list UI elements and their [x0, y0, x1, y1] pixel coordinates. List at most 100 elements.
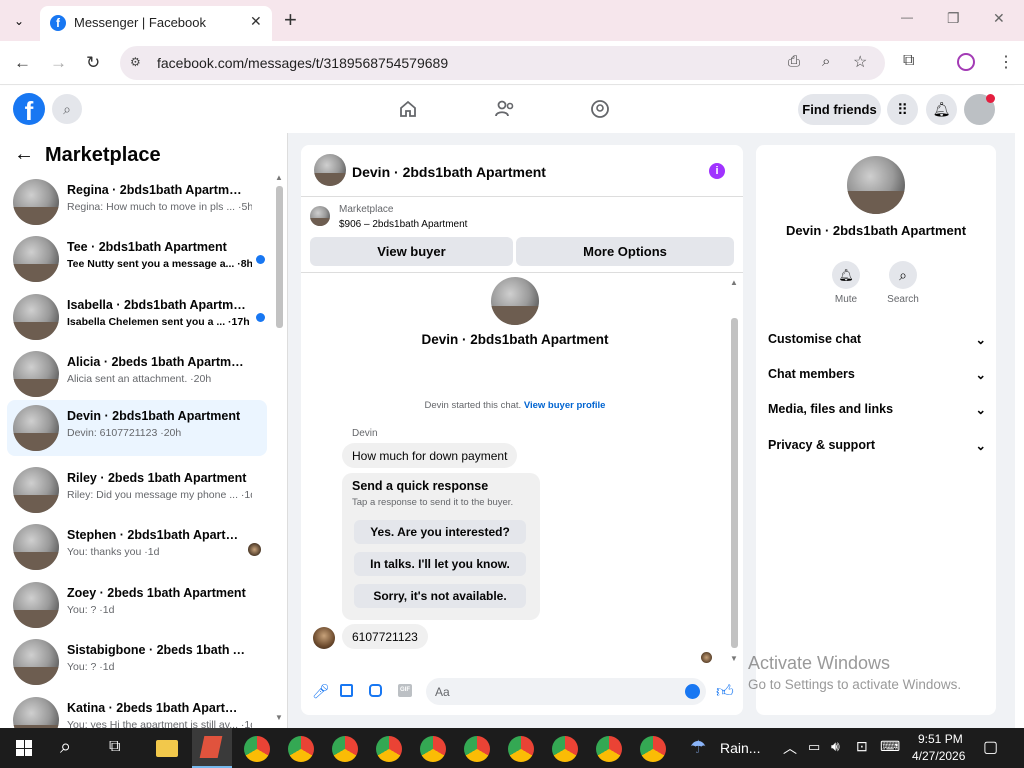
keyboard-icon[interactable]: ⌨	[880, 738, 900, 755]
notifications-bell-icon[interactable]: 🔔︎	[926, 94, 957, 125]
profile-avatar[interactable]	[491, 277, 539, 325]
windows-start-icon[interactable]	[16, 740, 32, 756]
profile-icon[interactable]	[957, 53, 975, 71]
conversation-item[interactable]: Sistabigbone · 2beds 1bath Apa... You: ? …	[7, 634, 267, 690]
chrome-icon[interactable]	[332, 736, 358, 762]
new-tab-button[interactable]: +	[284, 7, 297, 33]
customise-chat-section[interactable]: Customise chat ⌄	[768, 332, 986, 347]
facebook-logo-icon[interactable]: f	[13, 93, 45, 126]
message-input[interactable]: Aa	[426, 678, 706, 705]
notification-center-icon[interactable]: ▢	[983, 737, 998, 757]
back-arrow-icon[interactable]: ←	[14, 143, 34, 166]
emoji-icon[interactable]	[685, 684, 700, 699]
view-buyer-button[interactable]: View buyer	[310, 237, 513, 266]
site-info-icon[interactable]: ⚙	[130, 55, 141, 69]
chat-header-avatar[interactable]	[314, 154, 346, 186]
browser-tab-messenger[interactable]: f Messenger | Facebook ✕	[40, 6, 272, 41]
tab-search-button[interactable]: ⌄	[8, 10, 30, 32]
groups-icon[interactable]	[590, 99, 610, 119]
file-explorer-icon[interactable]	[156, 740, 178, 757]
message-input-placeholder: Aa	[435, 685, 450, 699]
conversation-item[interactable]: Riley · 2beds 1bath Apartment Riley: Did …	[7, 462, 267, 518]
find-friends-button[interactable]: Find friends	[798, 94, 881, 125]
mute-bell-icon[interactable]: 🔔︎	[832, 261, 860, 289]
chrome-icon[interactable]	[376, 736, 402, 762]
page-scrollbar[interactable]	[1015, 86, 1024, 728]
chrome-icon[interactable]	[596, 736, 622, 762]
chrome-icon[interactable]	[552, 736, 578, 762]
conversation-item[interactable]: Devin · 2bds1bath Apartment Devin: 610772…	[7, 400, 267, 456]
extensions-icon[interactable]: ⧉	[903, 52, 914, 70]
window-minimize-button[interactable]: —	[901, 10, 913, 24]
bookmark-star-icon[interactable]: ☆	[853, 52, 867, 72]
clock-time[interactable]: 9:51 PM	[918, 732, 963, 746]
search-icon[interactable]: ⌕	[52, 94, 82, 124]
conversation-item[interactable]: Alicia · 2beds 1bath Apartment Alicia sen…	[7, 346, 267, 402]
conversation-item[interactable]: Regina · 2bds1bath Apartment Regina: How …	[7, 174, 267, 230]
conversation-item[interactable]: Stephen · 2bds1bath Apartme... You: thank…	[7, 519, 267, 575]
tab-close-icon[interactable]: ✕	[250, 13, 262, 30]
info-avatar[interactable]	[847, 156, 905, 214]
active-app-icon[interactable]	[192, 728, 232, 768]
chat-scroll-up-arrow[interactable]: ▲	[730, 278, 738, 287]
privacy-support-section[interactable]: Privacy & support ⌄	[768, 438, 986, 453]
clock-date[interactable]: 4/27/2026	[912, 749, 965, 763]
quick-reply-yes[interactable]: Yes. Are you interested?	[354, 520, 526, 544]
conversation-item[interactable]: Tee · 2bds1bath Apartment Tee Nutty sent …	[7, 231, 267, 287]
search-icon[interactable]: ⌕	[889, 261, 917, 289]
conversation-title: Tee · 2bds1bath Apartment	[67, 240, 227, 254]
message-bubble[interactable]: How much for down payment	[342, 443, 518, 468]
view-buyer-profile-link[interactable]: View buyer profile	[524, 400, 606, 411]
chrome-icon[interactable]	[420, 736, 446, 762]
chrome-icon[interactable]	[508, 736, 534, 762]
weather-text[interactable]: Rain...	[720, 740, 760, 756]
chrome-icon[interactable]	[288, 736, 314, 762]
taskbar-search-icon[interactable]: ⌕	[60, 736, 71, 759]
listing-title[interactable]: $906 – 2bds1bath Apartment	[339, 219, 467, 230]
chrome-icon[interactable]	[464, 736, 490, 762]
gif-icon[interactable]: GIF	[398, 684, 412, 697]
forward-arrow-icon[interactable]: →	[50, 54, 67, 71]
chevron-down-icon: ⌄	[975, 368, 986, 382]
image-icon[interactable]	[340, 684, 353, 697]
friends-icon[interactable]	[494, 99, 516, 119]
sticker-icon[interactable]	[369, 684, 382, 697]
scroll-up-arrow[interactable]: ▲	[275, 173, 283, 182]
chrome-icon[interactable]	[244, 736, 270, 762]
tray-device-icon[interactable]: ▭	[808, 739, 820, 755]
quick-reply-not-available[interactable]: Sorry, it's not available.	[354, 584, 526, 608]
conversation-item[interactable]: Isabella · 2bds1bath Apartment Isabella C…	[7, 289, 267, 345]
quick-reply-in-talks[interactable]: In talks. I'll let you know.	[354, 552, 526, 576]
window-restore-button[interactable]: ❐	[947, 10, 960, 27]
back-arrow-icon[interactable]: ←	[14, 54, 31, 71]
home-icon[interactable]	[398, 99, 418, 119]
chat-info-icon[interactable]: i	[709, 163, 725, 179]
reload-icon[interactable]: ↻	[86, 54, 100, 71]
scroll-down-arrow[interactable]: ▼	[275, 713, 283, 722]
chat-title[interactable]: Devin · 2bds1bath Apartment	[352, 164, 546, 180]
conversation-item[interactable]: Katina · 2beds 1bath Apartment You: yes H…	[7, 692, 267, 728]
chat-scroll-down-arrow[interactable]: ▼	[730, 654, 738, 663]
menu-grid-icon[interactable]: ⠿	[887, 94, 918, 125]
chrome-icon[interactable]	[640, 736, 666, 762]
network-icon[interactable]: ⊡	[856, 738, 868, 755]
window-close-button[interactable]: ✕	[993, 10, 1005, 27]
chat-scrollbar-thumb[interactable]	[731, 318, 738, 648]
url-text[interactable]: facebook.com/messages/t/3189568754579689	[157, 55, 448, 71]
browser-menu-icon[interactable]: ⋮	[998, 52, 1014, 72]
conversation-item[interactable]: Zoey · 2beds 1bath Apartment You: ? ·1d	[7, 577, 267, 633]
more-options-button[interactable]: More Options	[516, 237, 734, 266]
thumbs-up-icon[interactable]: 👍︎	[716, 681, 734, 702]
install-app-icon[interactable]: ⎙	[788, 53, 800, 70]
media-files-links-section[interactable]: Media, files and links ⌄	[768, 402, 986, 417]
address-bar[interactable]: ⚙ facebook.com/messages/t/31895687545796…	[120, 46, 885, 80]
volume-icon[interactable]: 🔊︎	[831, 738, 840, 755]
message-bubble[interactable]: 6107721123	[342, 624, 428, 649]
weather-umbrella-icon[interactable]: ☂	[690, 737, 706, 758]
chat-members-section[interactable]: Chat members ⌄	[768, 367, 986, 382]
task-view-icon[interactable]: ⧉	[109, 738, 120, 756]
microphone-icon[interactable]: 🎤︎	[312, 683, 330, 700]
sidebar-scrollbar-thumb[interactable]	[276, 186, 283, 328]
tray-chevron-up-icon[interactable]: ︿	[783, 738, 797, 758]
zoom-icon[interactable]: ⌕	[822, 53, 830, 70]
